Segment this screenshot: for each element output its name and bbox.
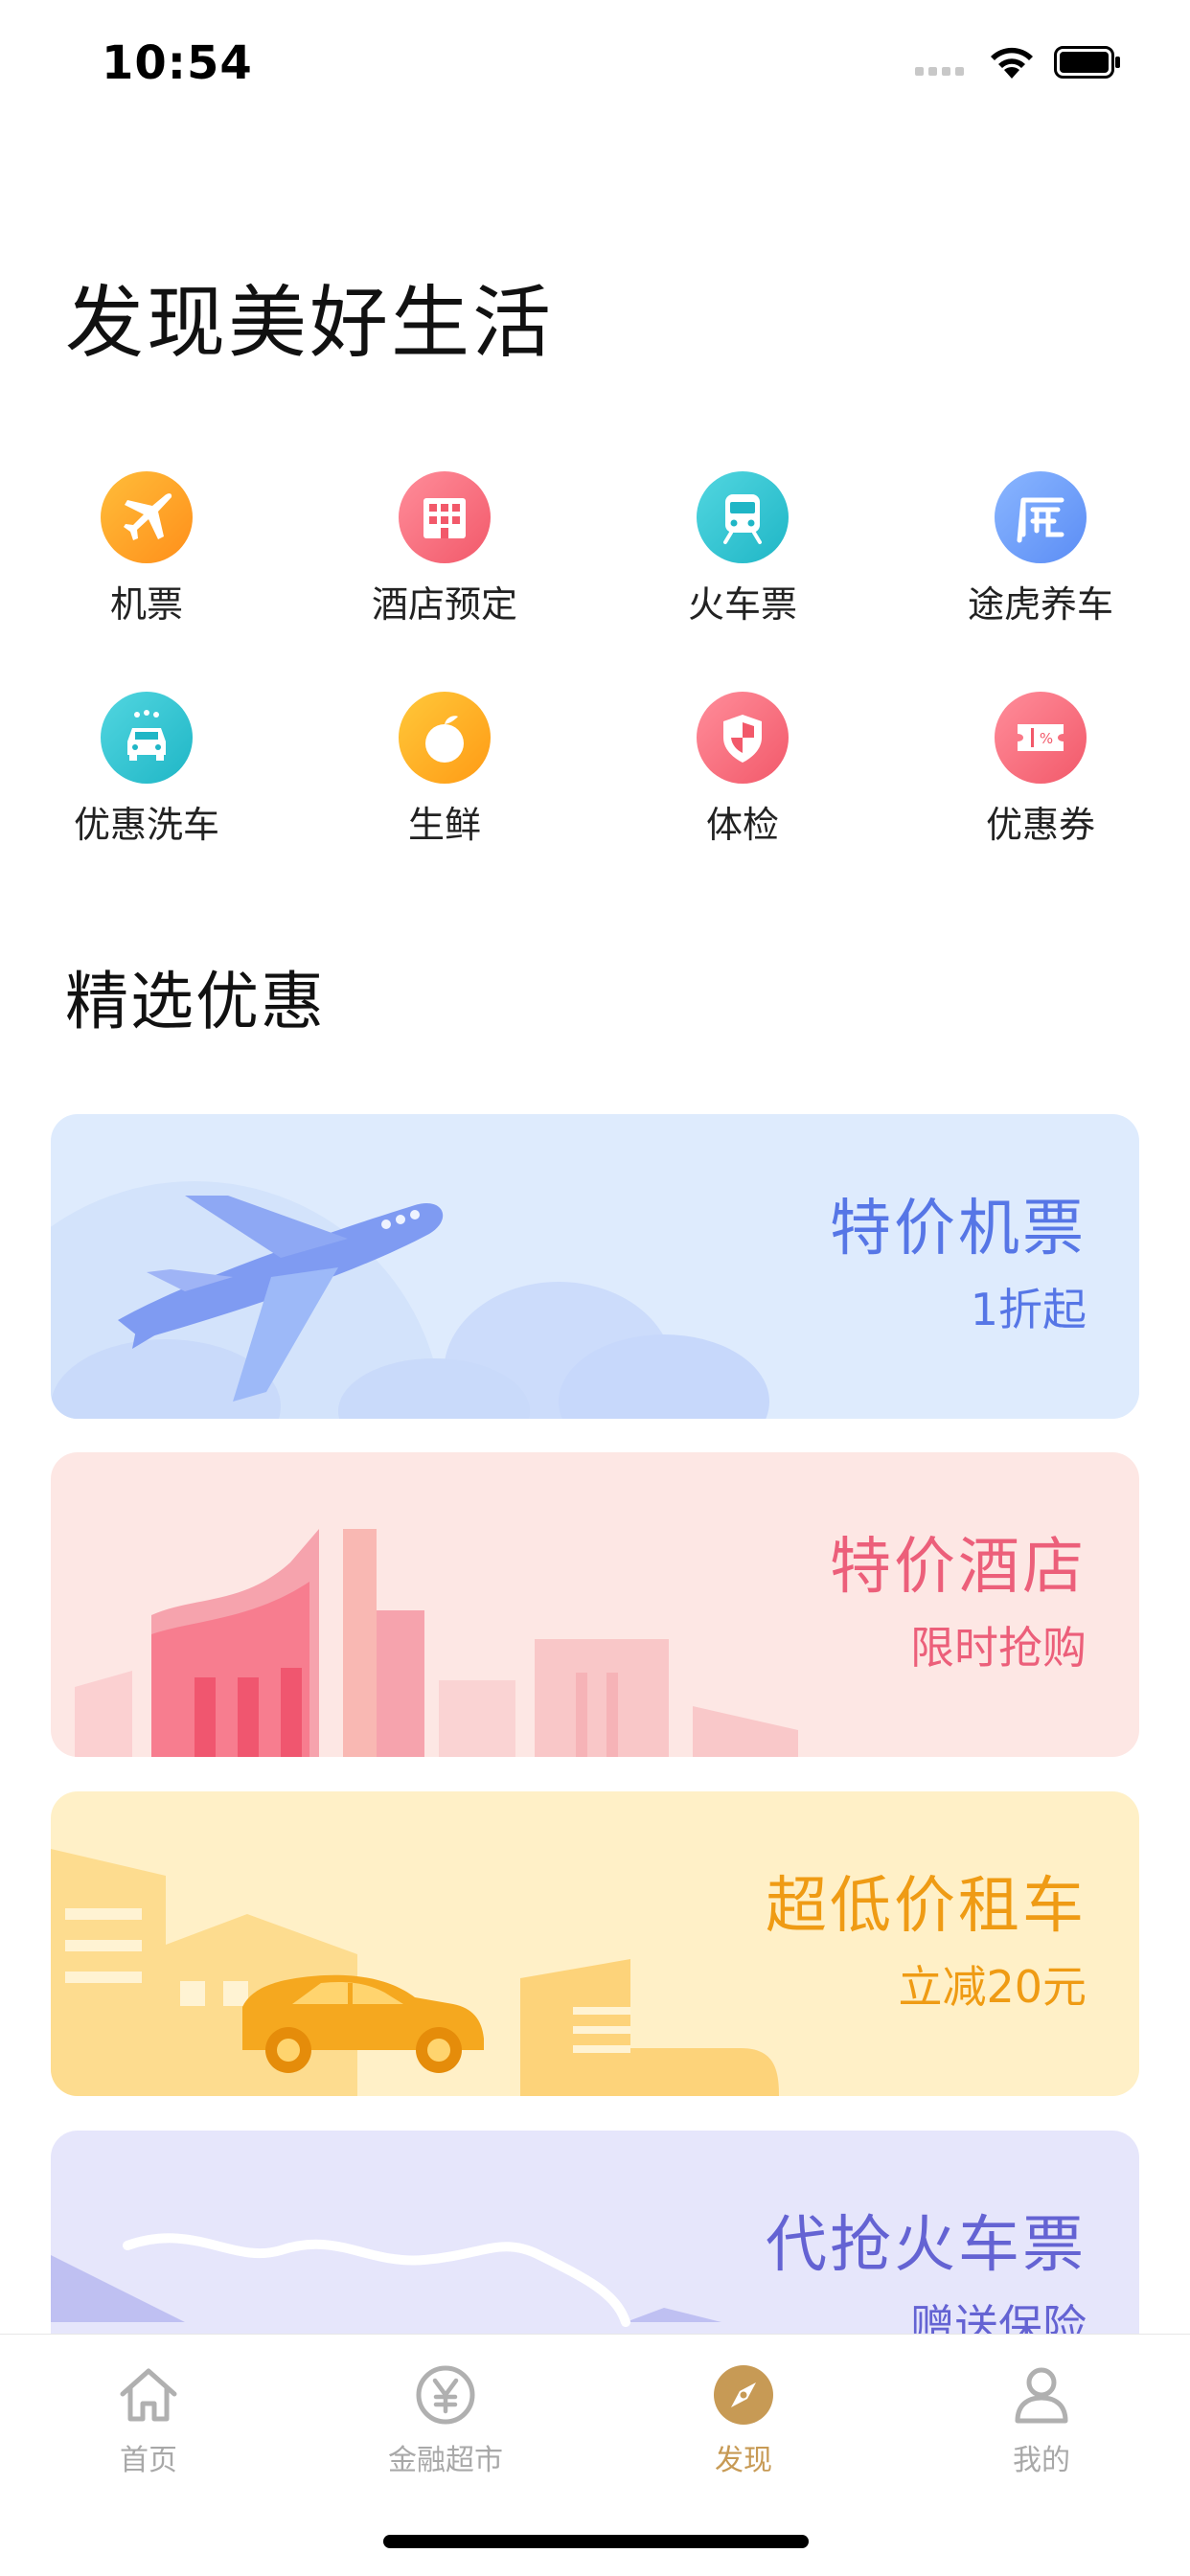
quick-link-label: 途虎养车 bbox=[967, 583, 1113, 626]
signal-icon bbox=[915, 63, 969, 79]
quick-link-train[interactable]: 火车票 bbox=[632, 471, 853, 663]
tab-profile[interactable]: 我的 bbox=[927, 2361, 1156, 2478]
banner-car-rental[interactable]: 超低价租车 立减20元 bbox=[51, 1791, 1139, 2096]
banner-title: 代抢火车票 bbox=[766, 2210, 1087, 2281]
tab-label: 我的 bbox=[1013, 2444, 1070, 2477]
tab-label: 发现 bbox=[715, 2444, 772, 2477]
quick-link-label: 优惠券 bbox=[985, 804, 1095, 846]
train-icon bbox=[697, 471, 789, 563]
page-title: 发现美好生活 bbox=[65, 278, 555, 369]
banner-flight[interactable]: 特价机票 1折起 bbox=[51, 1114, 1139, 1419]
quick-link-checkup[interactable]: 体检 bbox=[632, 692, 853, 883]
banner-title: 特价机票 bbox=[830, 1194, 1087, 1265]
quick-link-fresh[interactable]: 生鲜 bbox=[334, 692, 555, 883]
quick-link-label: 生鲜 bbox=[407, 804, 481, 846]
tuhu-icon bbox=[995, 471, 1087, 563]
compass-icon bbox=[710, 2361, 777, 2428]
coupon-icon: % bbox=[995, 692, 1087, 784]
quick-link-car-wash[interactable]: 优惠洗车 bbox=[36, 692, 257, 883]
battery-icon bbox=[1054, 46, 1120, 79]
tab-discover[interactable]: 发现 bbox=[629, 2361, 858, 2478]
quick-link-flight[interactable]: 机票 bbox=[36, 471, 257, 663]
yen-icon bbox=[412, 2361, 479, 2428]
banner-hotel[interactable]: 特价酒店 限时抢购 bbox=[51, 1452, 1139, 1757]
quick-link-tuhu[interactable]: 途虎养车 bbox=[930, 471, 1151, 663]
quick-link-label: 优惠洗车 bbox=[73, 804, 219, 846]
svg-text:%: % bbox=[1040, 730, 1053, 747]
status-bar: 10:54 bbox=[0, 0, 1190, 134]
wifi-icon bbox=[991, 47, 1033, 79]
home-icon bbox=[115, 2361, 182, 2428]
banner-title: 特价酒店 bbox=[830, 1532, 1087, 1603]
person-icon bbox=[1008, 2361, 1075, 2428]
shield-icon bbox=[697, 692, 789, 784]
tab-label: 首页 bbox=[120, 2444, 177, 2477]
tab-finance-market[interactable]: 金融超市 bbox=[331, 2361, 561, 2478]
fruit-icon bbox=[399, 692, 491, 784]
status-time: 10:54 bbox=[102, 36, 253, 90]
banner-title: 超低价租车 bbox=[766, 1871, 1087, 1942]
quick-link-label: 酒店预定 bbox=[371, 583, 517, 626]
airplane-icon bbox=[101, 471, 193, 563]
tab-home[interactable]: 首页 bbox=[34, 2361, 263, 2478]
banner-subtitle: 立减20元 bbox=[898, 1961, 1087, 2013]
building-icon bbox=[399, 471, 491, 563]
quick-link-coupon[interactable]: % 优惠券 bbox=[930, 692, 1151, 883]
quick-link-label: 体检 bbox=[705, 804, 779, 846]
quick-link-hotel[interactable]: 酒店预定 bbox=[334, 471, 555, 663]
quick-link-label: 火车票 bbox=[687, 583, 797, 626]
car-wash-icon bbox=[101, 692, 193, 784]
banner-subtitle: 限时抢购 bbox=[910, 1622, 1087, 1674]
home-indicator[interactable] bbox=[383, 2535, 809, 2548]
tab-label: 金融超市 bbox=[388, 2444, 503, 2477]
banner-subtitle: 1折起 bbox=[970, 1284, 1087, 1335]
section-title: 精选优惠 bbox=[65, 965, 326, 1038]
quick-link-label: 机票 bbox=[109, 583, 183, 626]
